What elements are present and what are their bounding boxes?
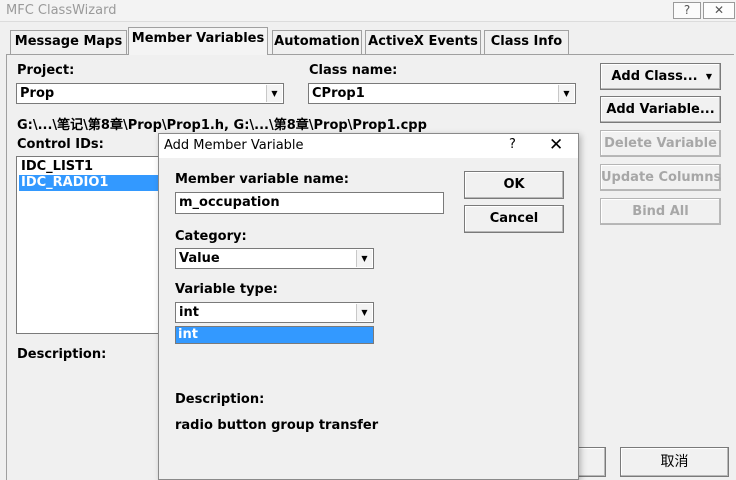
tab-message-maps[interactable]: Message Maps <box>10 30 127 54</box>
control-ids-list[interactable]: IDC_LIST1 IDC_RADIO1 <box>16 156 166 334</box>
category-combo[interactable]: Value ▼ <box>175 248 374 269</box>
dialog-description-label: Description: <box>175 392 265 407</box>
list-item-selected[interactable]: IDC_RADIO1 <box>19 175 165 191</box>
class-name-value: CProp1 <box>312 86 365 101</box>
class-name-combo[interactable]: CProp1 ▼ <box>308 83 576 104</box>
variable-type-dropdown[interactable]: int <box>175 326 374 344</box>
project-combo[interactable]: Prop ▼ <box>16 83 284 104</box>
tab-class-info[interactable]: Class Info <box>484 30 569 54</box>
control-ids-label: Control IDs: <box>17 137 104 152</box>
window-title: MFC ClassWizard <box>6 3 117 18</box>
description-label: Description: <box>17 347 107 362</box>
category-value: Value <box>179 251 220 266</box>
help-button[interactable]: ? <box>673 2 701 19</box>
add-member-variable-dialog: Add Member Variable ? ✕ Member variable … <box>158 133 579 480</box>
bind-all-button[interactable]: Bind All <box>600 198 721 225</box>
dialog-description-text: radio button group transfer <box>175 418 379 433</box>
dropdown-option[interactable]: int <box>176 327 373 343</box>
dialog-title: Add Member Variable <box>164 138 304 153</box>
window-titlebar: MFC ClassWizard ? ✕ <box>0 0 736 22</box>
list-item[interactable]: IDC_LIST1 <box>19 159 165 175</box>
tab-activex-events[interactable]: ActiveX Events <box>365 30 481 54</box>
class-name-label: Class name: <box>309 63 398 78</box>
add-class-label: Add Class... <box>611 69 698 84</box>
delete-variable-button[interactable]: Delete Variable <box>600 130 721 157</box>
member-name-label: Member variable name: <box>175 172 349 187</box>
chevron-down-icon[interactable]: ▼ <box>558 85 574 102</box>
member-name-value: m_occupation <box>179 195 280 210</box>
member-name-input[interactable]: m_occupation <box>175 192 444 214</box>
dialog-titlebar: Add Member Variable ? ✕ <box>159 134 578 158</box>
tab-member-variables[interactable]: Member Variables <box>128 27 268 55</box>
dialog-close-icon[interactable]: ✕ <box>549 135 563 155</box>
project-label: Project: <box>17 63 75 78</box>
variable-type-combo[interactable]: int ▼ <box>175 302 374 323</box>
dialog-help-button[interactable]: ? <box>509 137 516 152</box>
cancel-button[interactable]: 取消 <box>620 447 729 477</box>
chevron-down-icon[interactable]: ▼ <box>356 304 372 321</box>
menu-arrow-icon: ▼ <box>705 72 712 81</box>
ok-button[interactable]: OK <box>464 171 564 199</box>
add-variable-button[interactable]: Add Variable... <box>600 96 721 123</box>
file-path-text: G:\...\笔记\第8章\Prop\Prop1.h, G:\...\第8章\P… <box>17 118 427 133</box>
add-class-button[interactable]: Add Class... ▼ <box>600 63 721 90</box>
variable-type-value: int <box>179 305 199 320</box>
close-button[interactable]: ✕ <box>703 2 735 19</box>
cancel-button[interactable]: Cancel <box>464 205 564 233</box>
tab-automation[interactable]: Automation <box>272 30 362 54</box>
project-value: Prop <box>20 86 55 101</box>
category-label: Category: <box>175 229 247 244</box>
update-columns-button[interactable]: Update Columns <box>600 164 721 191</box>
chevron-down-icon[interactable]: ▼ <box>356 250 372 267</box>
variable-type-label: Variable type: <box>175 282 278 297</box>
chevron-down-icon[interactable]: ▼ <box>266 85 282 102</box>
